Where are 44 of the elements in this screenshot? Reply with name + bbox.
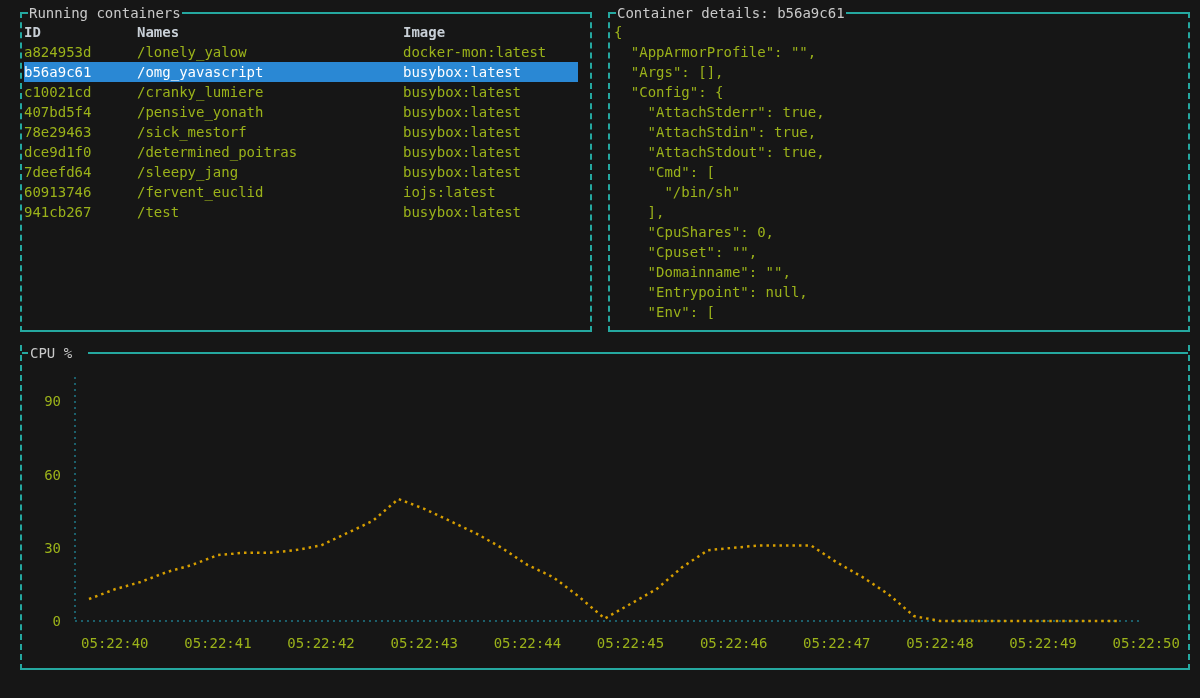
json-line: { bbox=[614, 24, 623, 40]
json-line: "/bin/sh" bbox=[664, 184, 741, 200]
x-tick-label: 05:22:45 bbox=[596, 635, 665, 651]
column-header: Names bbox=[137, 23, 181, 42]
x-tick-label: 05:22:41 bbox=[184, 635, 252, 651]
container-row[interactable]: dce9d1f0 /determined_poitras busybox:latest bbox=[24, 142, 578, 162]
container-row[interactable]: c10021cd /cranky_lumiere busybox:latest bbox=[24, 82, 578, 102]
column-header: Image bbox=[403, 23, 447, 42]
x-tick-label: 05:22:40 bbox=[81, 635, 149, 651]
x-tick-label: 05:22:43 bbox=[390, 635, 458, 651]
json-line: "AppArmorProfile": "", bbox=[630, 44, 817, 60]
x-tick-label: 05:22:42 bbox=[287, 635, 355, 651]
container-row[interactable]: 407bd5f4 /pensive_yonath busybox:latest bbox=[24, 102, 578, 122]
container-row[interactable]: 7deefd64 /sleepy_jang busybox:latest bbox=[24, 162, 578, 182]
container-row[interactable]: 78e29463 /sick_mestorf busybox:latest bbox=[24, 122, 578, 142]
x-tick-label: 05:22:50 bbox=[1112, 635, 1180, 651]
json-line: "AttachStdout": true, bbox=[647, 144, 825, 160]
container-row[interactable]: 60913746 /fervent_euclid iojs:latest bbox=[24, 182, 578, 202]
y-tick-label: 0 bbox=[52, 613, 61, 629]
container-row[interactable]: 941cb267 /test busybox:latest bbox=[24, 202, 578, 222]
y-tick-label: 30 bbox=[44, 539, 61, 556]
y-tick-label: 60 bbox=[44, 466, 61, 483]
json-line: "AttachStderr": true, bbox=[647, 104, 825, 120]
json-line: "Cpuset": "", bbox=[647, 244, 758, 260]
json-line: "Domainname": "", bbox=[647, 264, 791, 280]
json-line: "CpuShares": 0, bbox=[647, 224, 775, 240]
series-name: CPU % bbox=[30, 345, 73, 361]
json-line: "Entrypoint": null, bbox=[647, 284, 808, 300]
x-tick-label: 05:22:48 bbox=[906, 635, 974, 651]
json-line: "Args": [], bbox=[630, 64, 724, 80]
x-tick-label: 05:22:46 bbox=[699, 635, 768, 651]
x-tick-label: 05:22:47 bbox=[803, 635, 871, 651]
column-header: ID bbox=[24, 23, 42, 42]
x-tick-label: 05:22:44 bbox=[493, 635, 562, 651]
y-tick-label: 90 bbox=[44, 393, 61, 410]
json-line: "AttachStdin": true, bbox=[647, 124, 817, 140]
json-line: ], bbox=[647, 204, 665, 220]
json-line: "Cmd": [ bbox=[647, 164, 716, 180]
panel-title: Running containers bbox=[28, 4, 182, 22]
container-row[interactable]: b56a9c61 /omg_yavascript busybox:latest bbox=[24, 62, 578, 82]
json-line: "Env": [ bbox=[647, 304, 716, 320]
x-tick-label: 05:22:49 bbox=[1009, 635, 1077, 651]
json-line: "Config": { bbox=[630, 84, 724, 100]
container-row[interactable]: a824953d /lonely_yalow docker-mon:latest bbox=[24, 42, 578, 62]
